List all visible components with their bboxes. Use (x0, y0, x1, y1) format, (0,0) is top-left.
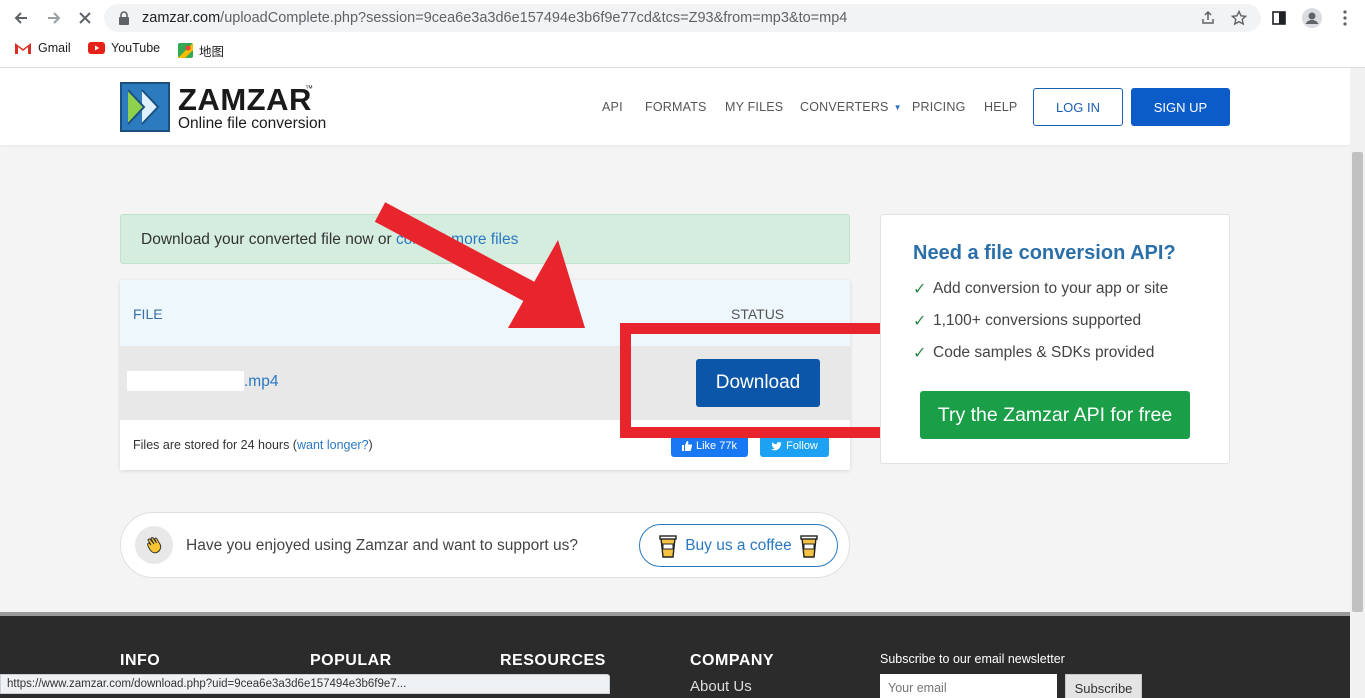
logo-trademark: ™ (305, 84, 313, 93)
nav-my-files[interactable]: MY FILES (725, 100, 783, 114)
maps-icon (178, 43, 193, 58)
footer-heading-popular: POPULAR (310, 652, 392, 669)
file-name-link[interactable]: .mp4 (244, 373, 278, 391)
column-status: STATUS (731, 306, 785, 322)
bookmark-youtube[interactable]: YouTube (88, 41, 160, 55)
newsletter-title: Subscribe to our email newsletter (880, 652, 1065, 666)
stop-loading-icon[interactable] (73, 6, 97, 30)
thumbs-up-icon (682, 441, 692, 451)
forward-arrow-icon[interactable] (42, 6, 66, 30)
logo-name[interactable]: ZAMZAR (178, 82, 312, 118)
footer-link-about[interactable]: About Us (690, 678, 752, 695)
check-icon: ✓ (913, 281, 927, 298)
clapping-hands-icon (135, 526, 173, 564)
newsletter-email-input[interactable] (880, 674, 1057, 698)
api-promo-card: Need a file conversion API? ✓ Add convers… (880, 214, 1230, 464)
twitter-bird-icon (771, 441, 783, 450)
login-button[interactable]: LOG IN (1033, 88, 1123, 126)
site-header: ZAMZAR ™ Online file conversion API FORM… (0, 68, 1350, 145)
nav-pricing[interactable]: PRICING (912, 100, 966, 114)
check-icon: ✓ (913, 313, 927, 330)
status-bar-url: https://www.zamzar.com/download.php?uid=… (0, 674, 610, 694)
subscribe-button[interactable]: Subscribe (1065, 674, 1142, 698)
nav-converters[interactable]: CONVERTERS ▼ (800, 100, 902, 114)
footer-heading-resources: RESOURCES (500, 652, 606, 669)
youtube-icon (88, 42, 105, 54)
list-item: ✓ 1,100+ conversions supported (913, 312, 1142, 330)
coffee-cup-icon (659, 534, 677, 558)
column-file: FILE (133, 306, 163, 322)
converted-files-table: FILE STATUS .mp4 Download Files are stor… (120, 280, 850, 470)
logo-tagline: Online file conversion (178, 115, 327, 132)
bookmark-gmail[interactable]: Gmail (14, 41, 71, 55)
alert-text: Download your converted file now or conv… (141, 231, 519, 248)
bookmarks-bar: Gmail YouTube 地图 (0, 38, 1365, 62)
nav-help[interactable]: HELP (984, 100, 1017, 114)
bookmark-maps[interactable]: 地图 (178, 41, 224, 60)
signup-button[interactable]: SIGN UP (1131, 88, 1230, 126)
table-footer: Files are stored for 24 hours (want long… (120, 420, 850, 470)
want-longer-link[interactable]: want longer? (297, 438, 369, 452)
table-header: FILE STATUS (120, 280, 850, 346)
caret-down-icon: ▼ (893, 103, 902, 113)
address-bar[interactable]: zamzar.com/uploadComplete.php?session=9c… (104, 4, 1261, 32)
support-banner: Have you enjoyed using Zamzar and want t… (120, 512, 850, 578)
storage-note: Files are stored for 24 hours (want long… (133, 438, 373, 452)
nav-formats[interactable]: FORMATS (645, 100, 707, 114)
redacted-file-name (127, 371, 244, 391)
side-panel-icon[interactable] (1267, 6, 1291, 30)
list-item: ✓ Code samples & SDKs provided (913, 344, 1155, 362)
twitter-follow-button[interactable]: Follow (760, 435, 829, 457)
browser-menu-icon[interactable] (1333, 6, 1357, 30)
footer-heading-company: COMPANY (690, 652, 775, 669)
nav-api[interactable]: API (602, 100, 623, 114)
buy-coffee-button[interactable]: Buy us a coffee (639, 524, 838, 567)
browser-chrome: zamzar.com/uploadComplete.php?session=9c… (0, 0, 1365, 68)
check-icon: ✓ (913, 345, 927, 362)
list-item: ✓ Add conversion to your app or site (913, 280, 1169, 298)
api-title: Need a file conversion API? (913, 242, 1176, 264)
coffee-cup-icon (800, 534, 818, 558)
share-icon[interactable] (1199, 9, 1217, 27)
profile-avatar-icon[interactable] (1300, 6, 1324, 30)
back-arrow-icon[interactable] (9, 6, 33, 30)
scrollbar-thumb[interactable] (1352, 152, 1363, 612)
footer-heading-info: INFO (120, 652, 161, 669)
gmail-icon (15, 42, 31, 54)
support-text: Have you enjoyed using Zamzar and want t… (186, 537, 579, 554)
try-api-button[interactable]: Try the Zamzar API for free (920, 391, 1190, 439)
zamzar-logo-icon[interactable] (120, 82, 170, 132)
lock-icon (119, 11, 129, 25)
download-button[interactable]: Download (696, 359, 820, 407)
address-url: zamzar.com/uploadComplete.php?session=9c… (142, 10, 848, 26)
facebook-like-button[interactable]: Like 77k (671, 435, 748, 457)
table-row: .mp4 Download (120, 346, 850, 420)
success-alert: Download your converted file now or conv… (120, 214, 850, 264)
bookmark-star-icon[interactable] (1230, 9, 1248, 27)
convert-more-link[interactable]: convert more files (396, 231, 518, 248)
